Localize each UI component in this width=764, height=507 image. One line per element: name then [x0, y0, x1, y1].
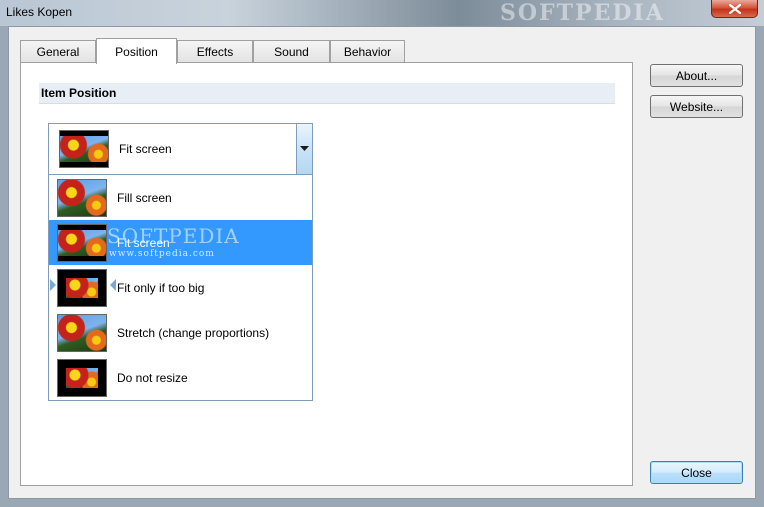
arrow-right-marker-icon	[50, 279, 56, 291]
stretch-thumbnail	[57, 313, 107, 352]
close-button[interactable]: Close	[650, 461, 743, 484]
list-item-label: Fit only if too big	[117, 280, 205, 295]
tab-label: Sound	[274, 44, 309, 59]
tab-behavior[interactable]: Behavior	[330, 40, 405, 62]
tab-general[interactable]: General	[20, 40, 96, 62]
fill-screen-thumbnail	[57, 178, 107, 217]
list-item-label: Fill screen	[117, 190, 172, 205]
tab-label: General	[36, 44, 80, 59]
title-bar[interactable]: Likes Kopen SOFTPEDIA	[0, 0, 764, 26]
close-icon	[728, 3, 741, 14]
tab-label: Position	[115, 44, 158, 59]
list-item-label: Do not resize	[117, 370, 188, 385]
section-title-item-position: Item Position	[39, 83, 615, 104]
window-close-button[interactable]	[711, 0, 758, 18]
combobox-selected-label: Fit screen	[119, 142, 172, 156]
chevron-down-icon	[300, 146, 309, 151]
fit-screen-thumbnail	[57, 223, 107, 262]
tab-sound[interactable]: Sound	[253, 40, 330, 62]
list-item-do-not-resize[interactable]: Do not resize	[49, 355, 312, 400]
softpedia-watermark-url: www.softpedia.com	[109, 249, 215, 259]
website-button[interactable]: Website...	[650, 95, 743, 118]
about-button[interactable]: About...	[650, 64, 743, 87]
list-item-fill-screen[interactable]: Fill screen	[49, 175, 312, 220]
dropdown-arrow-button[interactable]	[296, 124, 312, 174]
list-item-fit-screen[interactable]: Fit screen SOFTPEDIA www.softpedia.com	[49, 220, 312, 265]
tab-label: Effects	[196, 44, 234, 59]
website-button-label: Website...	[669, 99, 724, 114]
tab-effects[interactable]: Effects	[177, 40, 253, 62]
fit-screen-thumbnail	[59, 130, 109, 168]
window-title: Likes Kopen	[6, 5, 73, 19]
list-item-stretch[interactable]: Stretch (change proportions)	[49, 310, 312, 355]
softpedia-watermark: SOFTPEDIA	[107, 224, 240, 248]
close-button-label: Close	[681, 465, 712, 480]
list-item-label: Stretch (change proportions)	[117, 325, 270, 340]
list-item-fit-only-if-too-big[interactable]: Fit only if too big	[49, 265, 312, 310]
title-watermark: SOFTPEDIA	[500, 0, 665, 26]
tab-position[interactable]: Position	[96, 38, 177, 64]
do-not-resize-thumbnail	[57, 358, 107, 397]
about-button-label: About...	[675, 68, 718, 83]
tab-label: Behavior	[343, 44, 392, 59]
position-dropdown-list[interactable]: Fill screen Fit screen SOFTPEDIA www.sof…	[48, 175, 313, 401]
arrow-left-marker-icon	[110, 279, 116, 291]
fit-only-if-too-big-thumbnail	[57, 268, 107, 307]
dialog-body: General Position Effects Sound Behavior …	[8, 26, 756, 499]
position-tab-panel: Item Position Fit screen Fill screen Fit…	[20, 62, 633, 486]
position-combobox[interactable]: Fit screen	[48, 123, 313, 175]
